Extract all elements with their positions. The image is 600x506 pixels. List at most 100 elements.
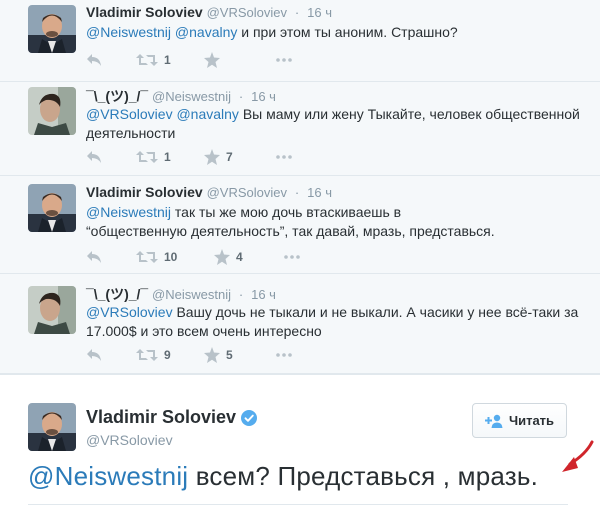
man-in-suit-avatar-icon [28, 5, 76, 53]
timestamp[interactable]: 16 ч [307, 185, 332, 200]
tweet-actions: 9 5 [86, 345, 386, 365]
retweet-count: 10 [164, 250, 178, 264]
more-button[interactable] [276, 345, 292, 365]
star-icon [204, 347, 220, 363]
avatar[interactable] [28, 403, 76, 451]
reply-icon [87, 349, 101, 361]
young-man-avatar-icon [28, 87, 76, 135]
more-dots-icon [276, 155, 292, 159]
timestamp[interactable]: 16 ч [307, 5, 332, 20]
follow-label: Читать [508, 413, 555, 428]
tweet-text: @Neiswestnij @navalny и при этом ты анон… [86, 23, 586, 42]
follow-button[interactable]: Читать [472, 403, 567, 438]
tweet-text: @Neiswestnij так ты же мою дочь втаскива… [86, 203, 506, 241]
author-name-text: Vladimir Soloviev [86, 407, 237, 427]
star-icon [214, 249, 230, 265]
divider [28, 504, 568, 505]
reply-button[interactable] [86, 147, 102, 167]
mention-link[interactable]: @Neiswestnij [86, 204, 171, 220]
favorite-button[interactable]: 4 [214, 247, 243, 267]
author-handle[interactable]: @VRSoloviev [86, 432, 173, 448]
retweet-icon [136, 349, 158, 361]
mention-link[interactable]: @VRSoloviev [86, 106, 173, 122]
author-name[interactable]: ¯\_(ツ)_/¯ [86, 286, 148, 302]
mention-link[interactable]: @navalny [176, 106, 238, 122]
avatar[interactable] [28, 286, 76, 334]
tweet[interactable]: Vladimir Soloviev @VRSoloviev · 16 ч @Ne… [0, 176, 600, 274]
tweet[interactable]: Vladimir Soloviev @VRSoloviev · 16 ч @Ne… [0, 0, 600, 82]
retweet-button[interactable]: 1 [136, 147, 171, 167]
avatar[interactable] [28, 184, 76, 232]
retweet-button[interactable]: 9 [136, 345, 171, 365]
more-button[interactable] [284, 247, 300, 267]
more-button[interactable] [276, 147, 292, 167]
tweet-body: и при этом ты аноним. Страшно? [237, 24, 458, 40]
author-handle[interactable]: @VRSoloviev [207, 5, 287, 20]
more-dots-icon [284, 255, 300, 259]
favorite-count: 4 [236, 250, 243, 264]
retweet-button[interactable]: 10 [136, 247, 177, 267]
retweet-icon [136, 251, 158, 263]
add-user-icon [484, 414, 503, 428]
verified-badge-icon [241, 409, 258, 426]
reply-button[interactable] [86, 345, 102, 365]
favorite-button[interactable] [204, 50, 226, 70]
tweet-header: ¯\_(ツ)_/¯ @Neiswestnij · 16 ч [86, 284, 276, 304]
star-icon [204, 149, 220, 165]
author-handle[interactable]: @Neiswestnij [152, 89, 231, 104]
author-handle[interactable]: @Neiswestnij [152, 287, 231, 302]
more-dots-icon [276, 58, 292, 62]
red-arrow-annotation-icon [562, 440, 594, 472]
timestamp[interactable]: 16 ч [251, 89, 276, 104]
separator: · [238, 89, 244, 104]
focused-tweet: Vladimir Soloviev @VRSoloviev Читать @Ne… [0, 374, 600, 506]
reply-button[interactable] [86, 50, 102, 70]
retweet-count: 9 [164, 348, 171, 362]
author-handle[interactable]: @VRSoloviev [207, 185, 287, 200]
author-name[interactable]: ¯\_(ツ)_/¯ [86, 88, 148, 104]
tweet-header: ¯\_(ツ)_/¯ @Neiswestnij · 16 ч [86, 86, 276, 106]
separator: · [238, 287, 244, 302]
more-dots-icon [276, 353, 292, 357]
favorite-button[interactable]: 7 [204, 147, 233, 167]
conversation-thread: Vladimir Soloviev @VRSoloviev · 16 ч @Ne… [0, 0, 600, 374]
tweet-header: Vladimir Soloviev @VRSoloviev · 16 ч [86, 4, 332, 20]
tweet[interactable]: ¯\_(ツ)_/¯ @Neiswestnij · 16 ч @VRSolovie… [0, 82, 600, 176]
favorite-count: 7 [226, 150, 233, 164]
author-name[interactable]: Vladimir Soloviev [86, 4, 203, 20]
tweet-actions: 1 7 [86, 147, 386, 167]
timestamp[interactable]: 16 ч [251, 287, 276, 302]
retweet-count: 1 [164, 150, 171, 164]
young-man-avatar-icon [28, 286, 76, 334]
tweet-text: @Neiswestnij всем? Представься , мразь. [28, 461, 538, 492]
avatar[interactable] [28, 87, 76, 135]
tweet-actions: 10 4 [86, 247, 386, 267]
tweet-text: @VRSoloviev Вашу дочь не тыкали и не вык… [86, 303, 586, 341]
tweet[interactable]: ¯\_(ツ)_/¯ @Neiswestnij · 16 ч @VRSolovie… [0, 274, 600, 374]
man-in-suit-avatar-icon [28, 184, 76, 232]
author-name[interactable]: Vladimir Soloviev [86, 407, 258, 428]
reply-icon [87, 251, 101, 263]
tweet-header: Vladimir Soloviev @VRSoloviev · 16 ч [86, 184, 332, 200]
tweet-text: @VRSoloviev @navalny Вы маму или жену Ты… [86, 105, 586, 143]
mention-link[interactable]: @VRSoloviev [86, 304, 173, 320]
tweet-body: всем? Представься , мразь. [188, 461, 539, 491]
mention-link[interactable]: @Neiswestnij [86, 24, 171, 40]
favorite-button[interactable]: 5 [204, 345, 233, 365]
retweet-icon [136, 54, 158, 66]
separator: · [294, 185, 300, 200]
author-name[interactable]: Vladimir Soloviev [86, 184, 203, 200]
retweet-count: 1 [164, 53, 171, 67]
reply-button[interactable] [86, 247, 102, 267]
reply-icon [87, 151, 101, 163]
mention-link[interactable]: @navalny [175, 24, 237, 40]
man-in-suit-avatar-icon [28, 403, 76, 451]
retweet-button[interactable]: 1 [136, 50, 171, 70]
favorite-count: 5 [226, 348, 233, 362]
retweet-icon [136, 151, 158, 163]
tweet-actions: 1 [86, 50, 386, 70]
more-button[interactable] [276, 50, 292, 70]
mention-link[interactable]: @Neiswestnij [28, 461, 188, 491]
avatar[interactable] [28, 5, 76, 53]
star-icon [204, 52, 220, 68]
